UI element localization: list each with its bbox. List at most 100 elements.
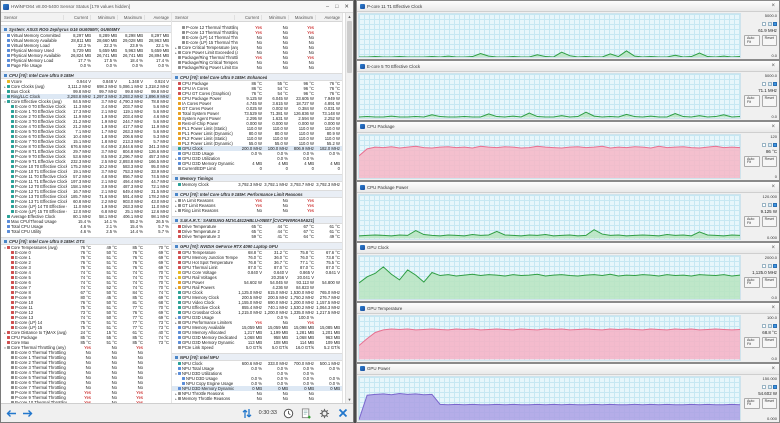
- sensor-group-header[interactable]: GPU [#0]: NVIDIA GeForce RTX 4090 Laptop…: [172, 242, 342, 250]
- graph-max-scale-label: 120: [770, 133, 777, 139]
- sensor-row[interactable]: Page File Usage 0.0 % 0.0 % 0.0 % 0.0 %: [1, 63, 171, 68]
- column-header-current[interactable]: Current: [63, 14, 90, 20]
- column-header-sensor[interactable]: Sensor: [172, 15, 234, 20]
- graph-titlebar[interactable]: GPU Power ×: [357, 363, 779, 375]
- sensor-row[interactable]: P-core 10 Thermal Throttling Yes No Yes: [1, 400, 171, 403]
- logging-report-icon[interactable]: [300, 407, 313, 419]
- vertical-scrollbar[interactable]: ▲ ▼: [345, 13, 353, 403]
- color-swatch-1[interactable]: [762, 22, 766, 26]
- graph-title: CPU Package: [367, 124, 395, 130]
- maximize-icon[interactable]: □: [335, 4, 338, 10]
- color-swatch-3[interactable]: [773, 324, 777, 329]
- sensor-group-header[interactable]: CPU [#0]: Intel Core Ultra 9 185H: [1, 71, 171, 79]
- sensor-row[interactable]: PCIe Link Speed 5.0 GT/s 5.0 GT/s 16.0 GT/s…: [172, 345, 342, 350]
- color-swatch-1[interactable]: [762, 82, 766, 87]
- color-swatch-3[interactable]: [773, 142, 777, 147]
- reset-button[interactable]: Reset: [761, 95, 777, 107]
- graph-close-icon[interactable]: ×: [770, 124, 776, 130]
- graph-close-icon[interactable]: ×: [770, 63, 776, 69]
- color-swatch-1[interactable]: [762, 263, 766, 268]
- sensor-group-header[interactable]: System: ASUS ROG Zephyrus G16 GU605MY, G…: [1, 25, 171, 33]
- close-icon[interactable]: ✕: [344, 4, 349, 10]
- graph-titlebar[interactable]: GPU Clock ×: [357, 242, 779, 254]
- reset-button[interactable]: Reset: [761, 337, 777, 349]
- sensor-row[interactable]: Current/EDP Limit 0 0 0 0: [172, 166, 342, 171]
- color-swatch-3[interactable]: [773, 263, 777, 268]
- color-swatch-1[interactable]: [762, 203, 766, 208]
- scroll-down-icon[interactable]: ▼: [346, 396, 353, 403]
- autofit-button[interactable]: Auto Fit: [744, 35, 761, 47]
- autofit-button[interactable]: Auto Fit: [744, 155, 761, 168]
- column-header-minimum[interactable]: Minimum: [90, 14, 117, 20]
- color-swatch-1[interactable]: [762, 384, 766, 389]
- color-swatch-1[interactable]: [762, 324, 766, 329]
- settings-gear-icon[interactable]: [318, 407, 331, 419]
- reset-button[interactable]: Reset: [761, 35, 777, 47]
- color-swatch-3[interactable]: [773, 384, 777, 389]
- reset-button[interactable]: Reset: [761, 216, 777, 228]
- column-header-minimum[interactable]: Minimum: [261, 14, 288, 20]
- graph-close-icon[interactable]: ×: [770, 184, 776, 190]
- graph-titlebar[interactable]: GPU Temperature ×: [357, 303, 779, 315]
- clock-icon[interactable]: [282, 407, 295, 419]
- sensor-row[interactable]: ▸ Ring Limit Reasons No No Yes: [172, 208, 342, 213]
- sensor-type-icon: [178, 142, 181, 145]
- graph-titlebar[interactable]: P-core 11 T1 Effective Clock ×: [357, 1, 779, 12]
- color-swatch-3[interactable]: [773, 82, 777, 87]
- sensor-type-icon: [178, 311, 181, 314]
- graph-close-icon[interactable]: ×: [770, 245, 776, 251]
- color-swatch-2[interactable]: [767, 384, 772, 389]
- color-swatch-1[interactable]: [762, 142, 766, 147]
- sensor-row[interactable]: ▸ Memory Throttle Reasons No No No: [172, 396, 342, 401]
- minimize-icon[interactable]: –: [326, 4, 329, 10]
- column-header-current[interactable]: Current: [234, 14, 261, 20]
- graph-close-icon[interactable]: ×: [770, 305, 776, 311]
- sensor-row[interactable]: Memory Clock 3,792.3 MHz 3,792.1 MHz 3,793.…: [172, 182, 342, 187]
- color-swatch-2[interactable]: [767, 142, 772, 147]
- autofit-button[interactable]: Auto Fit: [744, 276, 761, 288]
- sensor-group-header[interactable]: CPU [#0]: Intel Core Ultra 9 185H: DTS: [1, 237, 171, 245]
- sensor-group-header[interactable]: Memory Timings: [172, 174, 342, 182]
- graph-close-icon[interactable]: ×: [770, 366, 776, 372]
- color-swatch-2[interactable]: [767, 22, 772, 26]
- autofit-button[interactable]: Auto Fit: [744, 337, 761, 349]
- sensor-row[interactable]: Total CPU Utility 4.6 % 2.5 % 14.4 % 5.7 %: [1, 229, 171, 234]
- column-header-average[interactable]: Average: [144, 14, 171, 20]
- color-swatch-2[interactable]: [767, 324, 772, 329]
- color-swatch-2[interactable]: [767, 203, 772, 208]
- sort-order-icon[interactable]: [241, 407, 254, 419]
- sensor-group-header[interactable]: CPU [#0]: Intel Core Ultra 9 185H: Enhan…: [172, 73, 342, 81]
- sensor-value-average: 0: [337, 166, 340, 171]
- column-header-maximum[interactable]: Maximum: [117, 14, 144, 20]
- color-swatch-3[interactable]: [773, 22, 777, 26]
- reset-button[interactable]: Reset: [761, 276, 777, 288]
- sensor-row[interactable]: Package/Ring Power Limit Exceeded No No No: [172, 65, 342, 70]
- graph-titlebar[interactable]: E-core 5 T0 Effective Clock ×: [357, 61, 779, 73]
- reset-button[interactable]: Reset: [761, 397, 777, 409]
- move-value-down-button[interactable]: [21, 407, 34, 419]
- autofit-button[interactable]: Auto Fit: [744, 95, 761, 107]
- autofit-button[interactable]: Auto Fit: [744, 397, 761, 409]
- column-header-maximum[interactable]: Maximum: [288, 14, 315, 20]
- reset-button[interactable]: Reset: [761, 155, 777, 168]
- sensor-window-titlebar[interactable]: HWiNFO64 v8.00-5400 Sensor Status [179 v…: [1, 1, 353, 13]
- graph-control-panel: 5000.0 71.1 MHz Auto Fit Reset 0.0: [742, 72, 779, 119]
- close-sensors-icon[interactable]: [336, 407, 349, 419]
- move-value-up-button[interactable]: [5, 407, 18, 419]
- sensor-group-header[interactable]: CPU [#0]: Intel Core Ultra 9 185H: Perfo…: [172, 190, 342, 198]
- sensor-value-current: 0.840 V: [247, 270, 262, 275]
- color-swatch-3[interactable]: [773, 203, 777, 208]
- graph-titlebar[interactable]: CPU Package ×: [357, 121, 779, 133]
- sensor-row[interactable]: Drive Temperature 3 59 °C 41 °C 64 °C 49 °C: [172, 234, 342, 239]
- scrollbar-thumb[interactable]: [347, 21, 352, 73]
- sensor-group-header[interactable]: S.M.A.R.T.: SAMSUNG MZVL4512HBLU-00B07 […: [172, 216, 342, 224]
- column-header-average[interactable]: Average: [315, 14, 342, 20]
- graph-close-icon[interactable]: ×: [770, 3, 776, 9]
- color-swatch-2[interactable]: [767, 263, 772, 268]
- scroll-up-icon[interactable]: ▲: [346, 13, 353, 20]
- column-header-sensor[interactable]: Sensor: [1, 15, 63, 20]
- graph-titlebar[interactable]: CPU Package Power ×: [357, 182, 779, 194]
- color-swatch-2[interactable]: [767, 82, 772, 87]
- autofit-button[interactable]: Auto Fit: [744, 216, 761, 228]
- sensor-group-header[interactable]: NPU [#0]: Intel NPU: [172, 353, 342, 361]
